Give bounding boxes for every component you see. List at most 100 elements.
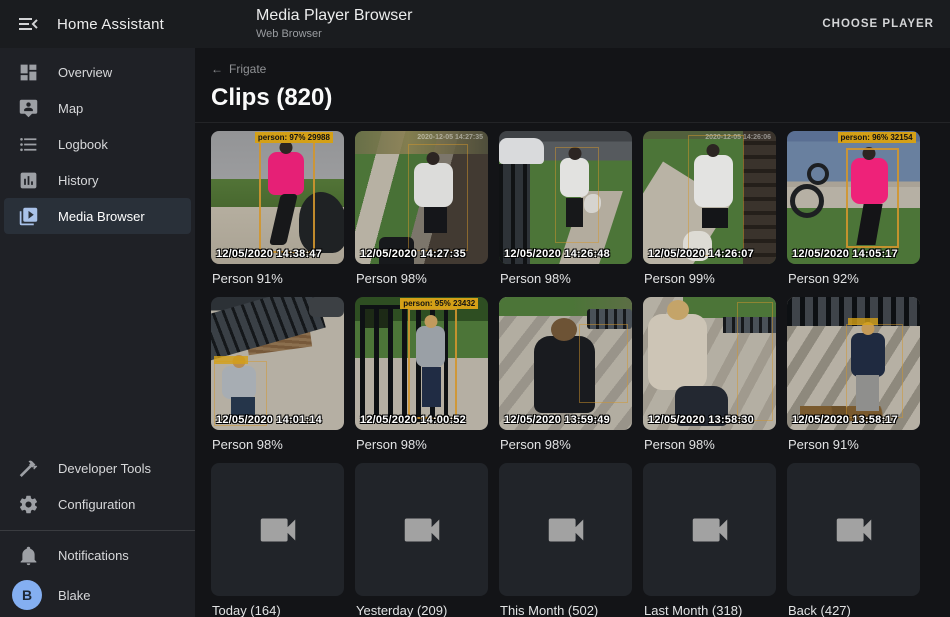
clip-timestamp: 12/05/2020 13:59:49 (504, 414, 610, 426)
video-camera-icon (543, 507, 589, 553)
profile-name: Blake (58, 588, 91, 603)
sidebar-item-label: Overview (58, 65, 112, 80)
sidebar-item-map[interactable]: Map (0, 90, 195, 126)
clip-timestamp: 12/05/2020 14:26:48 (504, 248, 610, 260)
page-title: Media Player Browser (256, 7, 413, 25)
clip-caption: Person 98% (644, 437, 775, 452)
clip-card[interactable]: 12/05/2020 13:59:49 Person 98% (499, 297, 632, 463)
folder-thumbnail (355, 463, 488, 596)
breadcrumb-label: Frigate (229, 62, 266, 76)
clip-thumbnail: 12/05/2020 13:59:49 (499, 297, 632, 430)
clip-thumbnail: person: 97% 29988 12/05/2020 14:38:47 (211, 131, 344, 264)
clip-caption: Person 92% (788, 271, 919, 286)
clip-card[interactable]: person: 96% 32154 12/05/2020 14:05:17 Pe… (787, 131, 920, 297)
gear-icon (18, 494, 39, 515)
avatar: B (12, 580, 42, 610)
clip-thumbnail: 12/05/2020 13:58:17 (787, 297, 920, 430)
clip-card[interactable]: 2020-12-05 14:27:35 12/05/2020 14:27:35 … (355, 131, 488, 297)
play-box-multiple-icon (18, 206, 39, 227)
sidebar-item-configuration[interactable]: Configuration (0, 486, 195, 522)
folder-card-this-month[interactable]: This Month (502) (499, 463, 632, 617)
clip-caption: Person 99% (644, 271, 775, 286)
clip-caption: Person 98% (356, 271, 487, 286)
sidebar-profile[interactable]: B Blake (0, 573, 195, 617)
video-camera-icon (831, 507, 877, 553)
clip-thumbnail: person: 96% 32154 12/05/2020 14:05:17 (787, 131, 920, 264)
detection-bbox (688, 135, 744, 256)
detection-bbox (555, 147, 599, 243)
clip-timestamp: 12/05/2020 13:58:30 (648, 414, 754, 426)
clip-card[interactable]: 2020-12-05 14:26:06 12/05/2020 14:26:07 … (643, 131, 776, 297)
sidebar-item-label: History (58, 173, 98, 188)
sidebar: Overview Map Logbook History Media Brows… (0, 48, 195, 617)
folder-card-back[interactable]: Back (427) (787, 463, 920, 617)
clip-thumbnail: 2020-12-05 14:27:35 12/05/2020 14:27:35 (355, 131, 488, 264)
detection-bbox (408, 308, 457, 420)
clip-thumbnail: 12/05/2020 13:58:30 (643, 297, 776, 430)
clips-title: Clips (820) (211, 84, 934, 112)
detection-bbox (737, 302, 773, 420)
clip-card[interactable]: person: 95% 23432 12/05/2020 14:00:52 Pe… (355, 297, 488, 463)
clip-card[interactable]: 12/05/2020 14:26:48 Person 98% (499, 131, 632, 297)
folder-label: Back (427) (788, 603, 919, 617)
sidebar-item-developer-tools[interactable]: Developer Tools (0, 450, 195, 486)
sidebar-item-label: Map (58, 101, 83, 116)
sidebar-item-label: Developer Tools (58, 461, 151, 476)
folder-thumbnail (499, 463, 632, 596)
sidebar-item-label: Notifications (58, 548, 129, 563)
chart-box-icon (18, 170, 39, 191)
folder-card-today[interactable]: Today (164) (211, 463, 344, 617)
clips-grid: person: 97% 29988 12/05/2020 14:38:47 Pe… (195, 123, 950, 617)
detection-label: person: 97% 29988 (255, 132, 333, 143)
clip-card[interactable]: 12/05/2020 13:58:17 Person 91% (787, 297, 920, 463)
folder-card-last-month[interactable]: Last Month (318) (643, 463, 776, 617)
video-camera-icon (687, 507, 733, 553)
page-title-block: Media Player Browser Web Browser (256, 7, 413, 40)
content-header: ← Frigate Clips (820) (195, 48, 950, 123)
sidebar-item-overview[interactable]: Overview (0, 54, 195, 90)
clip-timestamp: 12/05/2020 14:01:14 (216, 414, 322, 426)
top-app-bar: Home Assistant Media Player Browser Web … (0, 0, 950, 48)
folder-thumbnail (787, 463, 920, 596)
clip-timestamp: 12/05/2020 14:05:17 (792, 248, 898, 260)
clip-caption: Person 98% (356, 437, 487, 452)
map-account-icon (18, 98, 39, 119)
clip-caption: Person 98% (500, 271, 631, 286)
clip-thumbnail: person: 95% 23432 12/05/2020 14:00:52 (355, 297, 488, 430)
back-arrow-icon: ← (211, 62, 223, 76)
sidebar-item-media-browser[interactable]: Media Browser (4, 198, 191, 234)
detection-label-fragment (848, 318, 878, 325)
detection-label-fragment (214, 356, 248, 364)
media-browser-content: ← Frigate Clips (820) person: 97% 29988 … (195, 48, 950, 617)
detection-label: person: 96% 32154 (838, 132, 916, 143)
detection-bbox (259, 136, 315, 253)
sidebar-item-history[interactable]: History (0, 162, 195, 198)
breadcrumb[interactable]: ← Frigate (211, 62, 266, 76)
topbar-left: Home Assistant (0, 12, 195, 36)
clip-caption: Person 91% (212, 271, 343, 286)
choose-player-button[interactable]: CHOOSE PLAYER (806, 8, 950, 40)
camera-osd-timestamp: 2020-12-05 14:26:06 (705, 134, 771, 141)
clip-timestamp: 12/05/2020 13:58:17 (792, 414, 898, 426)
detection-bbox (846, 324, 903, 418)
hammer-icon (18, 458, 39, 479)
video-camera-icon (399, 507, 445, 553)
sidebar-item-label: Logbook (58, 137, 108, 152)
folder-card-yesterday[interactable]: Yesterday (209) (355, 463, 488, 617)
clip-thumbnail: 2020-12-05 14:26:06 12/05/2020 14:26:07 (643, 131, 776, 264)
clip-caption: Person 98% (212, 437, 343, 452)
clip-timestamp: 12/05/2020 14:26:07 (648, 248, 754, 260)
clip-card[interactable]: 12/05/2020 14:01:14 Person 98% (211, 297, 344, 463)
camera-osd-timestamp: 2020-12-05 14:27:35 (417, 134, 483, 141)
clip-thumbnail: 12/05/2020 14:01:14 (211, 297, 344, 430)
detection-bbox (846, 148, 899, 248)
sidebar-item-label: Media Browser (58, 209, 145, 224)
sidebar-item-notifications[interactable]: Notifications (0, 537, 195, 573)
folder-thumbnail (211, 463, 344, 596)
clip-card[interactable]: 12/05/2020 13:58:30 Person 98% (643, 297, 776, 463)
menu-open-icon[interactable] (16, 12, 40, 36)
app-title: Home Assistant (57, 16, 164, 33)
clip-card[interactable]: person: 97% 29988 12/05/2020 14:38:47 Pe… (211, 131, 344, 297)
sidebar-item-logbook[interactable]: Logbook (0, 126, 195, 162)
detection-bbox (408, 144, 468, 250)
